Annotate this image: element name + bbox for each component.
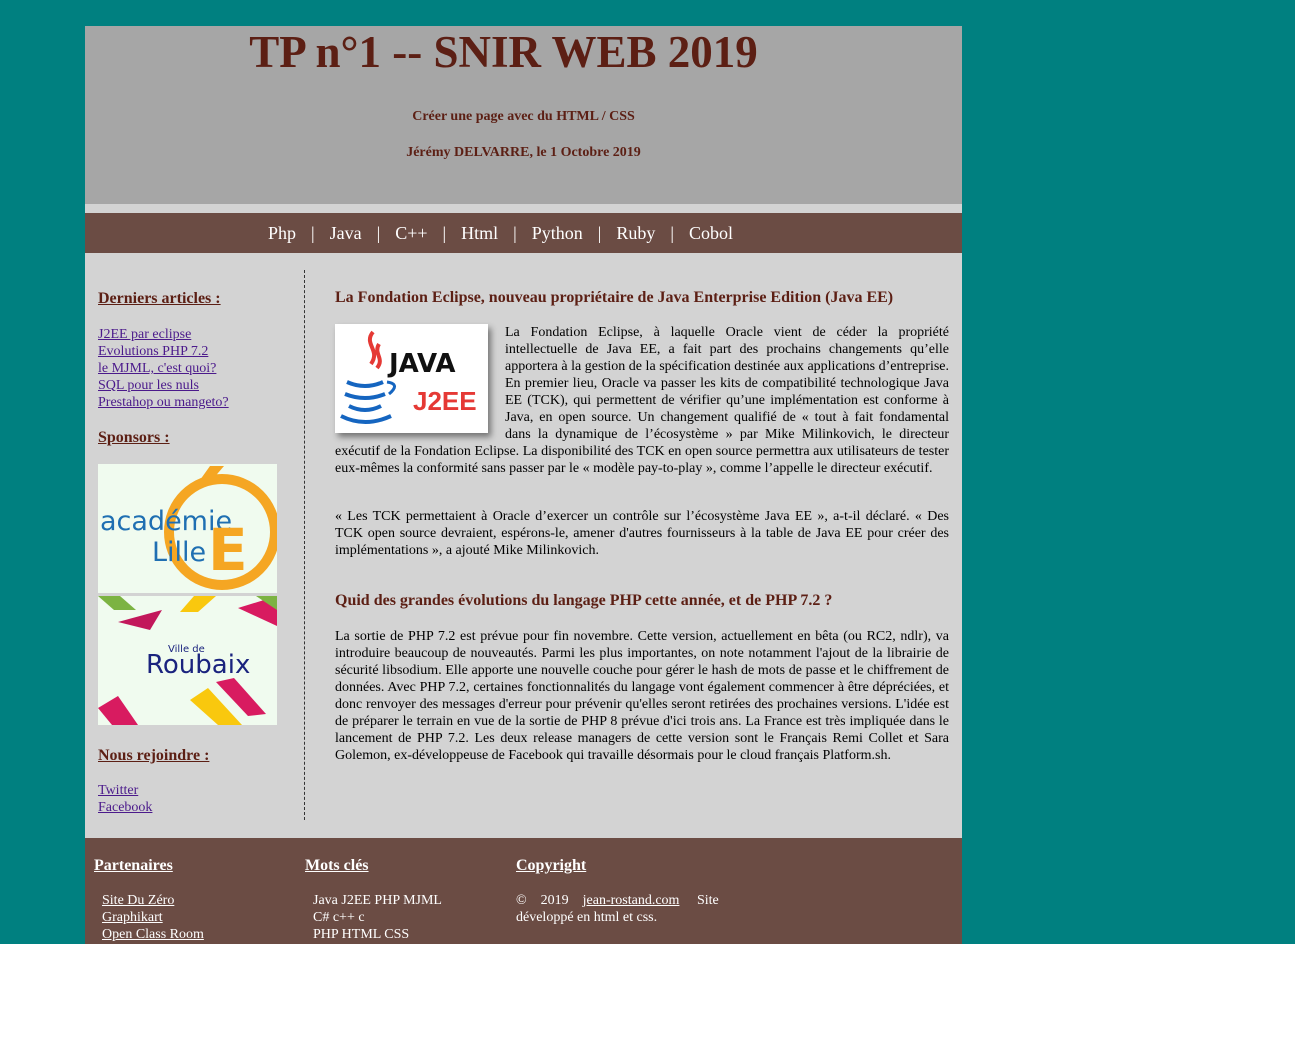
article1-paragraph2: « Les TCK permettaient à Oracle d’exerce…	[335, 509, 949, 558]
keyword-line: C# c++ c	[313, 910, 365, 925]
page-container: TP n°1 -- SNIR WEB 2019 Créer une page a…	[85, 26, 962, 944]
footer-copyright-heading: Copyright	[516, 857, 587, 874]
image-text-java: JAVA	[387, 349, 456, 379]
join-heading: Nous rejoindre :	[98, 747, 210, 764]
keyword-line: PHP HTML CSS	[313, 927, 410, 942]
articles-heading: Derniers articles :	[98, 290, 221, 307]
academie-lille-logo[interactable]: académie Lille E	[98, 464, 277, 593]
footer-keywords-heading: Mots clés	[305, 857, 369, 874]
nav-item-ruby[interactable]: Ruby	[616, 213, 655, 253]
copyright-line1: © 2019 jean-rostand.com Site	[516, 892, 736, 909]
nav-item-java[interactable]: Java	[330, 213, 362, 253]
page-title: TP n°1 -- SNIR WEB 2019	[249, 27, 758, 77]
nav-separator: |	[513, 223, 517, 243]
logo-text-roubaix: Roubaix	[146, 650, 250, 680]
nav-item-php[interactable]: Php	[268, 213, 296, 253]
nav-item-python[interactable]: Python	[532, 213, 583, 253]
sponsors-heading: Sponsors :	[98, 429, 170, 446]
footer-keywords-list: Java J2EE PHP MJML C# c++ c PHP HTML CSS	[313, 892, 442, 943]
nav-bar: Php | Java | C++ | Html | Python | Ruby | Cobol	[85, 213, 962, 253]
nav-separator: |	[670, 223, 675, 243]
nav-separator: |	[442, 223, 447, 243]
nav-separator: |	[376, 223, 381, 243]
article2-title: Quid des grandes évolutions du langage P…	[335, 592, 833, 609]
partner-link[interactable]: Site Du Zéro	[102, 892, 204, 909]
copyright-suffix: Site	[696, 893, 719, 908]
copyright-link[interactable]: jean-rostand.com	[583, 893, 680, 908]
partner-link[interactable]: Graphikart	[102, 909, 204, 926]
author-line: Jérémy DELVARRE, le 1 Octobre 2019	[406, 145, 641, 160]
article-link[interactable]: le MJML, c'est quoi?	[98, 360, 229, 377]
nav-separator: |	[311, 223, 315, 243]
nav-item-cpp[interactable]: C++	[395, 213, 427, 253]
article1-paragraph1: JAVA J2EE La Fondation Eclipse, à laquel…	[335, 324, 949, 477]
java-j2ee-image: JAVA J2EE	[335, 324, 488, 433]
footer-copyright-text: © 2019 jean-rostand.com Site développé e…	[516, 892, 736, 926]
keyword-line: Java J2EE PHP MJML	[313, 893, 442, 908]
article-link[interactable]: SQL pour les nuls	[98, 377, 229, 394]
sidebar-divider	[304, 270, 305, 820]
footer-partners-list: Site Du Zéro Graphikart Open Class Room	[102, 892, 204, 943]
partner-link[interactable]: Open Class Room	[102, 926, 204, 943]
article2-paragraph1: La sortie de PHP 7.2 est prévue pour fin…	[335, 629, 949, 763]
nav-item-cobol[interactable]: Cobol	[689, 213, 733, 253]
image-text-j2ee: J2EE	[413, 386, 477, 416]
page-subtitle: Créer une page avec du HTML / CSS	[412, 109, 635, 124]
article-link[interactable]: J2EE par eclipse	[98, 326, 229, 343]
roubaix-logo[interactable]: Ville de Roubaix	[98, 596, 277, 725]
nav-item-html[interactable]: Html	[461, 213, 498, 253]
logo-text-lille: Lille	[152, 537, 206, 568]
facebook-link[interactable]: Facebook	[98, 799, 152, 816]
copyright-prefix: © 2019	[516, 893, 569, 908]
copyright-line2: développé en html et css.	[516, 910, 658, 925]
nav-separator: |	[597, 223, 602, 243]
article1-title: La Fondation Eclipse, nouveau propriétai…	[335, 289, 894, 306]
join-links: Twitter Facebook	[98, 782, 152, 816]
twitter-link[interactable]: Twitter	[98, 782, 152, 799]
header: TP n°1 -- SNIR WEB 2019 Créer une page a…	[85, 26, 962, 204]
article-link[interactable]: Prestahop ou mangeto?	[98, 394, 229, 411]
logo-letter-e: E	[208, 516, 248, 584]
article-link[interactable]: Evolutions PHP 7.2	[98, 343, 229, 360]
articles-list: J2EE par eclipse Evolutions PHP 7.2 le M…	[98, 326, 229, 411]
footer: Partenaires Site Du Zéro Graphikart Open…	[85, 838, 962, 944]
footer-partners-heading: Partenaires	[94, 857, 173, 874]
